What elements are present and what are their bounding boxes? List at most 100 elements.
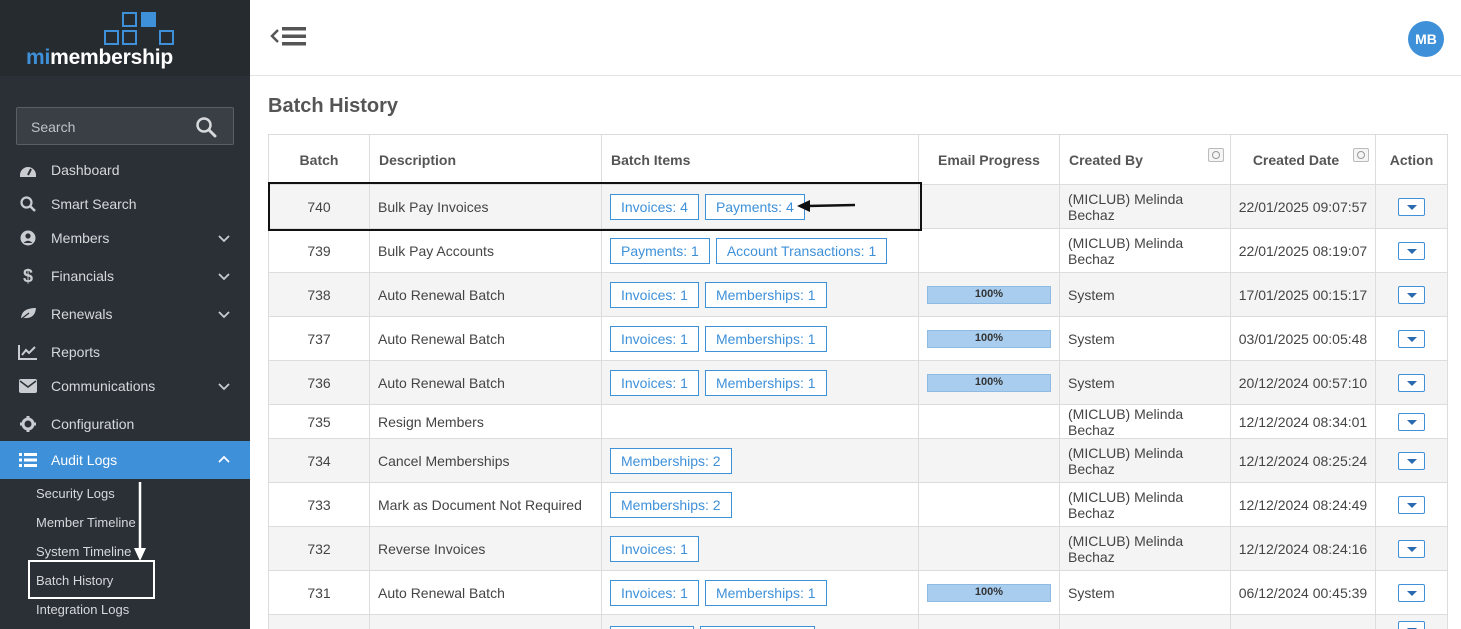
sidebar-item-audit-logs[interactable]: Audit Logs bbox=[0, 441, 250, 479]
batch-item-link[interactable]: Memberships: 1 bbox=[704, 325, 827, 352]
sidebar-subitem-system-timeline[interactable]: System Timeline bbox=[36, 544, 131, 559]
action-dropdown-button[interactable] bbox=[1398, 329, 1425, 348]
batch-item-link[interactable]: Memberships: 2 bbox=[610, 447, 732, 474]
column-visibility-icon[interactable] bbox=[1353, 148, 1369, 162]
cell-batch bbox=[268, 614, 370, 629]
table-row bbox=[268, 614, 1448, 629]
batch-item-link[interactable]: Memberships: 2 bbox=[610, 491, 732, 518]
action-dropdown-button[interactable] bbox=[1398, 495, 1425, 514]
cell-email-progress bbox=[918, 614, 1060, 629]
sidebar-item-communications[interactable]: Communications bbox=[0, 369, 250, 403]
sidebar-item-renewals[interactable]: Renewals bbox=[0, 297, 250, 331]
batch-item-link[interactable]: Memberships: 1 bbox=[704, 579, 827, 606]
sidebar-subitem-integration-logs[interactable]: Integration Logs bbox=[36, 602, 129, 617]
top-bar: MB bbox=[250, 0, 1461, 76]
column-header-created-date[interactable]: Created Date bbox=[1230, 134, 1376, 185]
batch-item-link[interactable]: Payments: 4 bbox=[704, 193, 805, 220]
action-dropdown-button[interactable] bbox=[1398, 412, 1425, 431]
cell-description: Mark as Document Not Required bbox=[369, 482, 602, 527]
column-header-description[interactable]: Description bbox=[369, 134, 602, 185]
table-row: 738 Auto Renewal Batch Invoices: 1 Membersh… bbox=[268, 272, 1448, 317]
envelope-icon bbox=[18, 376, 38, 396]
search-icon bbox=[18, 194, 38, 214]
cell-created-by: (MICLUB) Melinda Bechaz bbox=[1059, 438, 1231, 483]
search-box bbox=[16, 107, 234, 145]
batch-item-link[interactable] bbox=[700, 625, 815, 629]
cell-batch-items: Invoices: 1 Memberships: 1 bbox=[601, 272, 919, 317]
action-dropdown-button[interactable] bbox=[1398, 620, 1425, 629]
cell-action bbox=[1375, 272, 1448, 317]
sidebar-item-label: Renewals bbox=[51, 306, 113, 322]
sidebar-item-label: Smart Search bbox=[51, 196, 137, 212]
column-visibility-icon[interactable] bbox=[1208, 148, 1224, 162]
sidebar-item-label: Dashboard bbox=[51, 162, 120, 178]
batch-item-link[interactable]: Invoices: 1 bbox=[610, 535, 699, 562]
cell-created-date: 12/12/2024 08:24:49 bbox=[1230, 482, 1376, 527]
batch-item-link[interactable]: Invoices: 1 bbox=[610, 325, 699, 352]
cell-description: Auto Renewal Batch bbox=[369, 570, 602, 615]
sidebar-subitem-security-logs[interactable]: Security Logs bbox=[36, 486, 115, 501]
column-header-action: Action bbox=[1375, 134, 1448, 185]
cell-action bbox=[1375, 614, 1448, 629]
cell-created-by: (MICLUB) Melinda Bechaz bbox=[1059, 526, 1231, 571]
cell-email-progress bbox=[918, 526, 1060, 571]
batch-item-link[interactable]: Invoices: 1 bbox=[610, 281, 699, 308]
chevron-up-icon bbox=[218, 455, 230, 463]
sidebar-item-financials[interactable]: $ Financials bbox=[0, 259, 250, 293]
action-dropdown-button[interactable] bbox=[1398, 241, 1425, 260]
cell-action bbox=[1375, 316, 1448, 361]
sidebar-item-configuration[interactable]: Configuration bbox=[0, 407, 250, 441]
email-progress-bar: 100% bbox=[927, 285, 1051, 304]
action-dropdown-button[interactable] bbox=[1398, 539, 1425, 558]
cell-description: Cancel Memberships bbox=[369, 438, 602, 483]
logo-squares-icon bbox=[104, 12, 176, 46]
batch-item-link[interactable]: Account Transactions: 1 bbox=[715, 237, 888, 264]
sidebar-item-members[interactable]: Members bbox=[0, 221, 250, 255]
table-row: 734 Cancel Memberships Memberships: 2 (MICL… bbox=[268, 438, 1448, 483]
batch-item-link[interactable]: Payments: 1 bbox=[610, 237, 710, 264]
sidebar-item-label: Financials bbox=[51, 268, 115, 284]
sidebar-subitem-member-timeline[interactable]: Member Timeline bbox=[36, 515, 136, 530]
batch-item-link[interactable] bbox=[610, 625, 694, 629]
batch-item-link[interactable]: Memberships: 1 bbox=[704, 369, 827, 396]
action-dropdown-button[interactable] bbox=[1398, 285, 1425, 304]
action-dropdown-button[interactable] bbox=[1398, 451, 1425, 470]
column-header-created-by[interactable]: Created By bbox=[1059, 134, 1231, 185]
action-dropdown-button[interactable] bbox=[1398, 583, 1425, 602]
search-input[interactable] bbox=[31, 117, 191, 137]
column-header-email-progress[interactable]: Email Progress bbox=[918, 134, 1060, 185]
cell-created-date: 03/01/2025 00:05:48 bbox=[1230, 316, 1376, 361]
menu-collapse-icon[interactable] bbox=[270, 24, 308, 50]
batch-item-link[interactable]: Memberships: 1 bbox=[704, 281, 827, 308]
batch-item-link[interactable]: Invoices: 4 bbox=[610, 193, 699, 220]
batch-item-link[interactable]: Invoices: 1 bbox=[610, 579, 699, 606]
arrow-down-annotation bbox=[134, 482, 146, 561]
cell-description: Auto Renewal Batch bbox=[369, 360, 602, 405]
logo[interactable]: mimembership bbox=[0, 0, 250, 76]
cell-created-date: 17/01/2025 00:15:17 bbox=[1230, 272, 1376, 317]
avatar[interactable]: MB bbox=[1408, 21, 1444, 57]
cell-email-progress bbox=[918, 438, 1060, 483]
cell-email-progress bbox=[918, 184, 1060, 229]
chevron-down-icon bbox=[218, 273, 230, 281]
column-header-batch-items[interactable]: Batch Items bbox=[601, 134, 919, 185]
cell-created-by: System bbox=[1059, 570, 1231, 615]
action-dropdown-button[interactable] bbox=[1398, 373, 1425, 392]
search-icon[interactable] bbox=[195, 116, 217, 138]
cell-created-date: 12/12/2024 08:25:24 bbox=[1230, 438, 1376, 483]
sidebar-item-dashboard[interactable]: Dashboard bbox=[0, 153, 250, 187]
cell-batch-items: Memberships: 2 bbox=[601, 482, 919, 527]
cell-created-by bbox=[1059, 614, 1231, 629]
cell-email-progress bbox=[918, 228, 1060, 273]
action-dropdown-button[interactable] bbox=[1398, 197, 1425, 216]
table-row: 736 Auto Renewal Batch Invoices: 1 Membersh… bbox=[268, 360, 1448, 405]
table-row: 735 Resign Members (MICLUB) Melinda Bechaz… bbox=[268, 404, 1448, 439]
sidebar-item-smart-search[interactable]: Smart Search bbox=[0, 187, 250, 221]
cell-batch: 731 bbox=[268, 570, 370, 615]
sidebar-item-reports[interactable]: Reports bbox=[0, 335, 250, 369]
cell-description: Bulk Pay Accounts bbox=[369, 228, 602, 273]
batch-item-link[interactable]: Invoices: 1 bbox=[610, 369, 699, 396]
cell-batch-items: Invoices: 4 Payments: 4 bbox=[601, 184, 919, 229]
column-header-batch[interactable]: Batch bbox=[268, 134, 370, 185]
cell-created-by: System bbox=[1059, 360, 1231, 405]
